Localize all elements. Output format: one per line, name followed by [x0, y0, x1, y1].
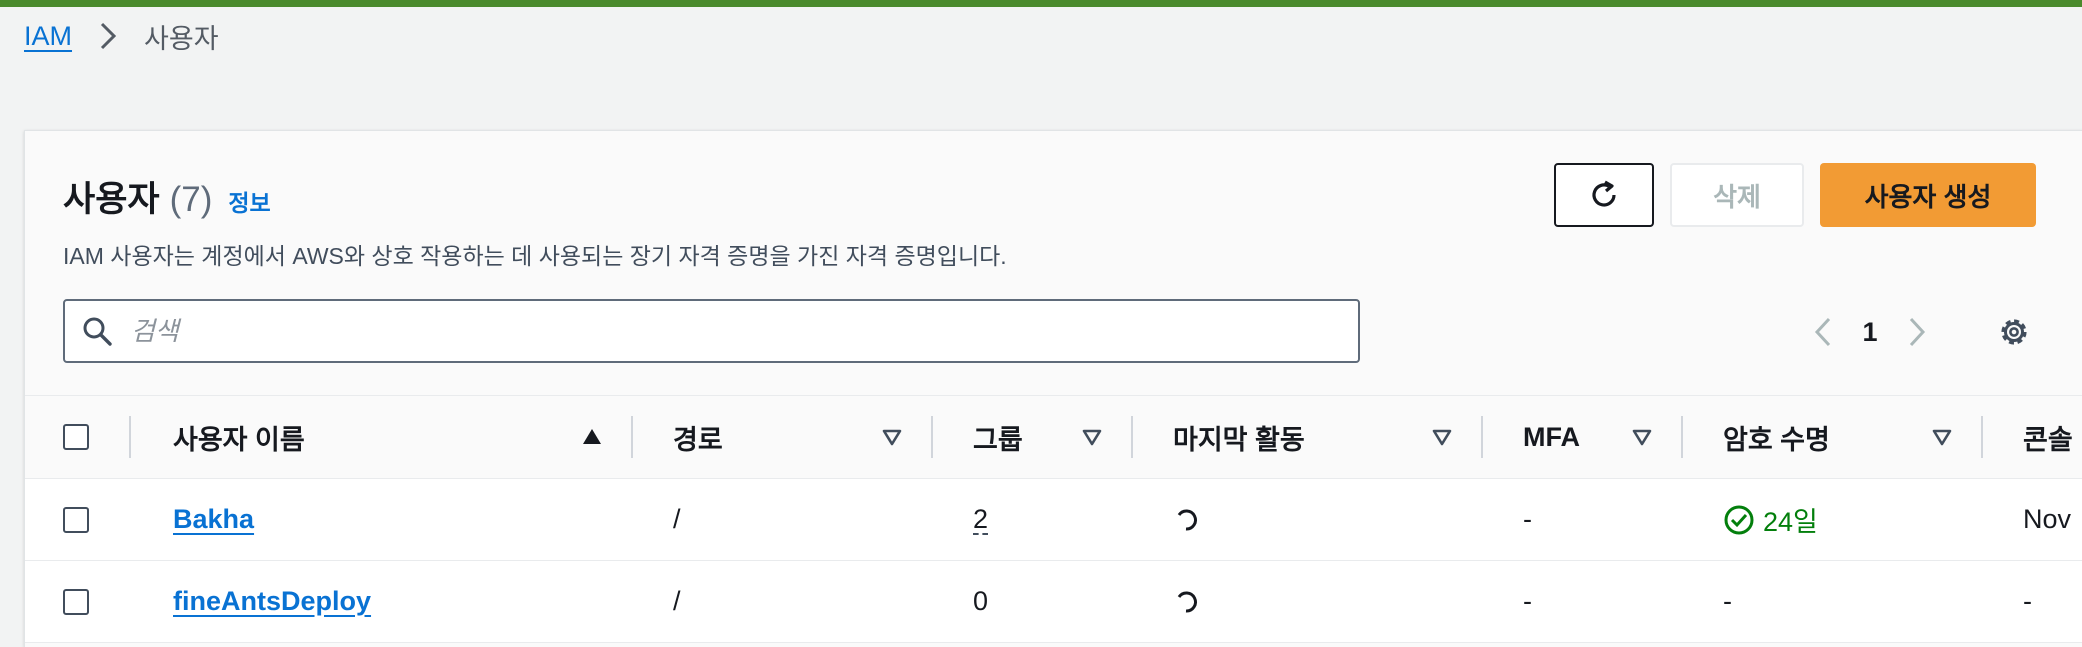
path-cell: / — [673, 586, 681, 616]
search-input[interactable] — [129, 314, 1313, 348]
column-divider[interactable] — [1481, 416, 1483, 458]
delete-button[interactable]: 삭제 — [1670, 163, 1804, 227]
refresh-button[interactable] — [1554, 163, 1654, 227]
refresh-icon — [1592, 180, 1616, 207]
column-divider[interactable] — [931, 416, 933, 458]
row-checkbox[interactable] — [63, 588, 89, 615]
col-groups[interactable]: 그룹 — [973, 396, 1023, 478]
breadcrumb-current: 사용자 — [144, 23, 219, 54]
page-description: IAM 사용자는 계정에서 AWS와 상호 작용하는 데 사용되는 장기 자격 … — [63, 243, 1007, 269]
next-page-icon[interactable] — [1899, 309, 1935, 355]
column-divider — [129, 416, 131, 458]
mfa-cell: - — [1523, 586, 1532, 616]
col-path[interactable]: 경로 — [673, 396, 723, 478]
user-count: (7) — [169, 180, 213, 219]
table-header: 사용자 이름 경로 그룹 마지막 활동 MFA 암호 수명 콘솔 — [25, 395, 2082, 479]
sort-icon[interactable] — [1081, 426, 1103, 448]
table-row: fineAntsDeploy / 0 - - - — [25, 561, 2082, 643]
col-username[interactable]: 사용자 이름 — [173, 396, 305, 478]
success-check-icon — [1724, 505, 1754, 534]
page-number[interactable]: 1 — [1841, 317, 1899, 348]
username-link[interactable]: Bakha — [173, 504, 254, 535]
create-user-button[interactable]: 사용자 생성 — [1820, 163, 2036, 227]
sort-ascending-icon[interactable] — [581, 426, 603, 448]
column-divider[interactable] — [1131, 416, 1133, 458]
col-last-activity[interactable]: 마지막 활동 — [1173, 396, 1305, 478]
col-mfa[interactable]: MFA — [1523, 396, 1580, 478]
search-icon — [81, 315, 113, 347]
prev-page-icon[interactable] — [1805, 309, 1841, 355]
pagination: 1 — [1805, 309, 1935, 355]
column-divider[interactable] — [1681, 416, 1683, 458]
console-cell: - — [2023, 586, 2032, 616]
mfa-cell: - — [1523, 504, 1532, 534]
select-all-checkbox[interactable] — [63, 424, 89, 450]
groups-count[interactable]: 2 — [973, 505, 989, 535]
table-row: Bakha / 2 - 24일 Nov — [25, 479, 2082, 561]
username-link[interactable]: fineAntsDeploy — [173, 586, 371, 617]
chevron-right-icon — [90, 18, 126, 54]
sort-icon[interactable] — [1931, 426, 1953, 448]
users-panel: 사용자 (7) 정보 IAM 사용자는 계정에서 AWS와 상호 작용하는 데 … — [24, 130, 2082, 647]
password-age: 24일 — [1763, 507, 1818, 537]
password-age: - — [1723, 586, 1732, 616]
sort-icon[interactable] — [1431, 426, 1453, 448]
column-divider[interactable] — [631, 416, 633, 458]
col-console[interactable]: 콘솔 — [2023, 396, 2073, 478]
loading-spinner-icon — [1177, 509, 1197, 530]
row-checkbox[interactable] — [63, 506, 89, 533]
search-field[interactable] — [63, 299, 1360, 363]
sort-icon[interactable] — [1631, 426, 1653, 448]
breadcrumb: IAM 사용자 — [24, 18, 219, 54]
column-divider[interactable] — [1981, 416, 1983, 458]
path-cell: / — [673, 504, 681, 534]
info-link[interactable]: 정보 — [228, 184, 270, 218]
col-password-age[interactable]: 암호 수명 — [1723, 396, 1830, 478]
console-cell: Nov — [2023, 504, 2072, 534]
users-table: 사용자 이름 경로 그룹 마지막 활동 MFA 암호 수명 콘솔 Bakha /… — [25, 395, 2082, 643]
title-text: 사용자 — [63, 180, 160, 219]
top-accent-bar — [0, 0, 2082, 7]
loading-spinner-icon — [1177, 591, 1197, 612]
gear-icon[interactable] — [1991, 309, 2037, 355]
breadcrumb-iam-link[interactable]: IAM — [24, 21, 72, 52]
groups-count: 0 — [973, 586, 989, 616]
sort-icon[interactable] — [881, 426, 903, 448]
page-title: 사용자 (7) 정보 — [63, 171, 271, 222]
